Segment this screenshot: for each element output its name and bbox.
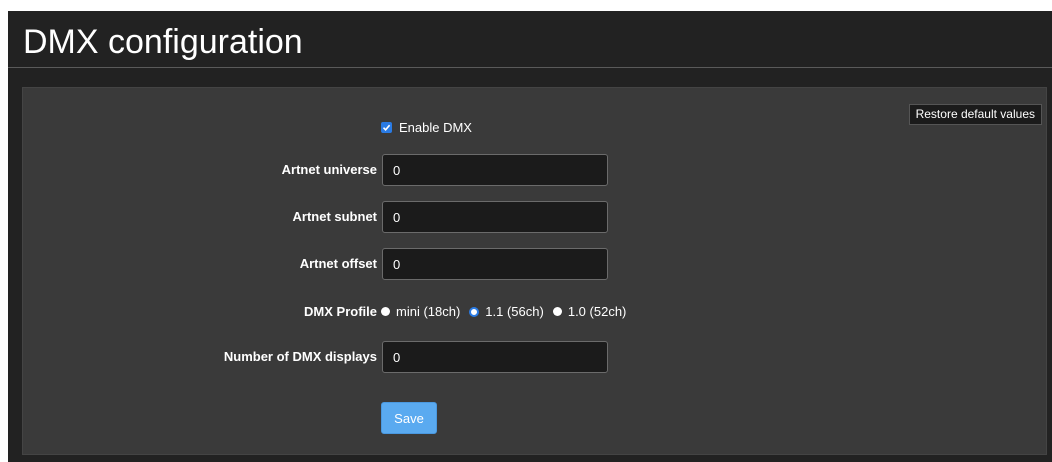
page-frame: DMX configuration Restore default values… (8, 11, 1052, 462)
profile-option-1-1[interactable]: 1.1 (56ch) (469, 304, 544, 319)
radio-mini[interactable] (381, 307, 390, 316)
dmx-profile-label: DMX Profile (304, 304, 377, 319)
artnet-universe-label: Artnet universe (281, 162, 377, 177)
restore-defaults-button[interactable]: Restore default values (908, 104, 1042, 125)
radio-1-0[interactable] (552, 307, 562, 316)
enable-dmx-row[interactable]: Enable DMX (381, 120, 472, 135)
save-button[interactable]: Save (381, 402, 437, 434)
artnet-offset-label: Artnet offset (299, 256, 377, 271)
profile-option-mini[interactable]: mini (18ch) (381, 304, 460, 319)
checkmark-icon (382, 124, 391, 131)
profile-option-1-1-label: 1.1 (56ch) (485, 304, 544, 319)
artnet-offset-input[interactable] (382, 248, 608, 280)
artnet-universe-input[interactable] (382, 154, 608, 186)
dmx-profile-radio-group: mini (18ch) 1.1 (56ch) 1.0 (52ch) (381, 304, 635, 319)
dmx-displays-label: Number of DMX displays (223, 349, 377, 364)
radio-1-1[interactable] (469, 306, 480, 317)
title-divider (8, 67, 1052, 68)
profile-option-1-0[interactable]: 1.0 (52ch) (552, 304, 627, 319)
artnet-subnet-input[interactable] (382, 201, 608, 233)
artnet-subnet-label: Artnet subnet (292, 209, 378, 224)
page-title: DMX configuration (23, 23, 303, 61)
enable-dmx-label: Enable DMX (399, 120, 472, 135)
profile-option-mini-label: mini (18ch) (396, 304, 461, 319)
enable-dmx-checkbox[interactable] (381, 122, 392, 133)
dmx-settings-panel: Restore default values Enable DMX Artnet… (22, 87, 1047, 455)
dmx-displays-input[interactable] (382, 341, 608, 373)
profile-option-1-0-label: 1.0 (52ch) (567, 304, 627, 319)
